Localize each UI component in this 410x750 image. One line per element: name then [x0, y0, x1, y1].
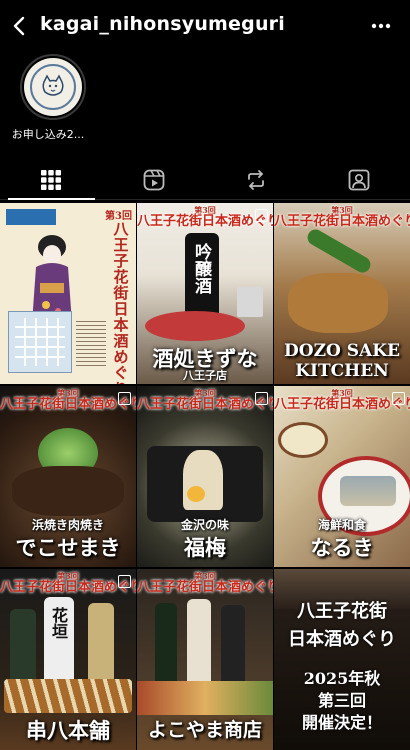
post-thumbnail[interactable]: 第3回 八王子花街日本酒めぐり 海鮮和食 なるき: [274, 386, 410, 567]
stew-bowl: [12, 466, 124, 516]
multi-photo-icon: [392, 392, 405, 405]
post-caption: なるき: [310, 535, 374, 560]
post-banner: 第3回 八王子花街日本酒めぐり: [137, 571, 273, 595]
post-thumbnail[interactable]: 第3回 八王子花街日本酒めぐり: [0, 203, 136, 384]
post-caption: DOZO SAKE: [284, 341, 400, 361]
tagged-user-icon: [348, 169, 370, 190]
bottle-label: 花垣: [49, 607, 68, 639]
poster-date-box: [6, 209, 56, 225]
multi-photo-icon: [118, 392, 131, 405]
tab-reposts[interactable]: [205, 160, 308, 199]
poster-title: 八王子花街日本酒めぐり: [113, 220, 129, 384]
post-caption-sub: 海鮮和食: [317, 518, 366, 532]
post-banner: 第3回 八王子花街日本酒めぐり: [137, 388, 273, 412]
post-caption: よこやま商店: [147, 719, 262, 741]
sake-bottle: [187, 599, 211, 689]
post-thumbnail[interactable]: 第3回 八王子花街日本酒めぐり 花垣 串八本舗: [0, 569, 136, 750]
sake-bottle: [155, 603, 177, 687]
post-thumbnail[interactable]: 第3回 八王子花街日本酒めぐり DOZO SAKE KITCHEN: [274, 203, 410, 384]
profile-header: kagai_nihonsyumeguri: [0, 0, 410, 52]
post-caption-sub: 浜焼き肉焼き: [31, 518, 104, 532]
post-thumbnail[interactable]: 八王子花街 日本酒めぐり 2025年秋 第三回 開催決定！: [274, 569, 410, 750]
highlight-cover: [24, 58, 82, 116]
post-thumbnail[interactable]: 第3回 八王子花街日本酒めぐり 金沢の味 福梅: [137, 386, 273, 567]
post-thumbnail[interactable]: 第3回 八王子花街日本酒めぐり よこやま商店: [137, 569, 273, 750]
multi-photo-icon: [255, 209, 268, 222]
post-grid: 第3回 八王子花街日本酒めぐり 第3回八王子花街日本酒めぐり 吟醸酒 酒処きずな…: [0, 203, 410, 750]
mackerel-sushi: [340, 476, 396, 506]
chevron-left-icon: [13, 16, 25, 36]
multi-photo-icon: [255, 392, 268, 405]
more-options-button[interactable]: [368, 14, 394, 38]
fried-chicken: [288, 273, 388, 333]
reels-icon: [143, 169, 165, 190]
squid-dish: [183, 450, 223, 510]
sake-bottle: 花垣: [44, 597, 74, 685]
food-platter: [137, 681, 273, 715]
sake-bottle: [10, 609, 36, 689]
post-caption: 福梅: [184, 535, 226, 560]
post-caption-line2: KITCHEN: [295, 361, 389, 381]
sake-bottle: 吟醸酒: [185, 233, 219, 323]
egg: [187, 486, 205, 502]
more-horizontal-icon: [371, 23, 391, 29]
post-thumbnail[interactable]: 第3回 八王子花街日本酒めぐり 吟醸酒 酒処きずな 八王子店: [137, 203, 273, 384]
post-banner: 第3回 八王子花街日本酒めぐり: [274, 388, 410, 412]
repost-icon: [248, 169, 265, 190]
tab-reels[interactable]: [103, 160, 206, 199]
announce-line-2: 日本酒めぐり: [288, 629, 396, 650]
green-pepper: [304, 226, 374, 276]
grid-icon: [41, 169, 62, 190]
highlight-ring: [20, 54, 86, 120]
small-bowl: [278, 422, 328, 458]
poster-info-block: [76, 319, 106, 369]
announce-line-1: 八王子花街: [297, 601, 387, 622]
post-banner: 第3回 八王子花街日本酒めぐり: [274, 205, 410, 229]
post-banner: 第3回 八王子花街日本酒めぐり: [0, 388, 136, 412]
announce-line-4: 第三回: [317, 691, 366, 710]
post-caption: でこせまき: [15, 535, 121, 560]
highlight-label: お申し込み2...: [11, 128, 85, 141]
skewer-plate: [4, 679, 132, 713]
post-banner: 第3回 八王子花街日本酒めぐり: [0, 571, 136, 595]
bottle-label: 吟醸酒: [191, 243, 211, 294]
poster-map: [8, 311, 72, 373]
tab-grid[interactable]: [0, 160, 103, 200]
profile-tabs: [0, 160, 410, 200]
announce-line-3: 2025年秋: [303, 669, 381, 688]
sashimi-plate: [145, 311, 245, 341]
post-thumbnail[interactable]: 第3回 八王子花街日本酒めぐり 浜焼き肉焼き でこせまき: [0, 386, 136, 567]
post-caption-sub: 金沢の味: [180, 518, 229, 532]
post-caption-sub: 八王子店: [183, 369, 227, 382]
sake-glass: [237, 287, 263, 317]
sake-bottle: [88, 603, 114, 687]
username-title: kagai_nihonsyumeguri: [40, 13, 285, 35]
tab-tagged[interactable]: [308, 160, 410, 199]
post-caption: 串八本舗: [26, 718, 110, 743]
sake-bottle: [221, 605, 245, 689]
story-highlight[interactable]: お申し込み2...: [12, 54, 94, 142]
cat-stamp-icon: [30, 64, 76, 110]
multi-photo-icon: [118, 575, 131, 588]
post-banner: 第3回 八王子花街日本酒めぐり: [137, 205, 273, 229]
back-button[interactable]: [6, 12, 34, 40]
announce-line-5: 開催決定！: [301, 713, 382, 732]
